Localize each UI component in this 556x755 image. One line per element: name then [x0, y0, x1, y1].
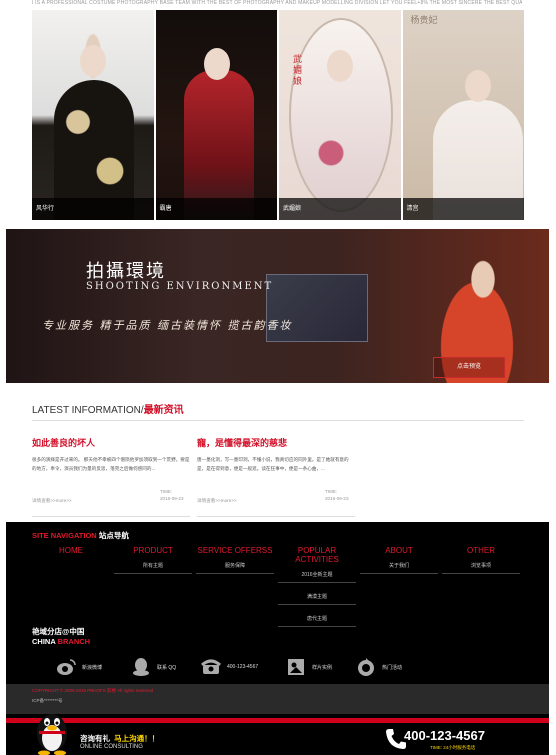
nav-link-activities[interactable]: POPULAR ACTIVITIES	[278, 546, 356, 564]
qq-link[interactable]: 联系 QQ	[131, 657, 176, 677]
nav-sublink[interactable]: 浏览事项	[442, 559, 520, 574]
nav-col-service: SERVICE OFFERSS 服务保障	[196, 546, 274, 581]
gallery-card-2[interactable]: 霸唐	[155, 10, 277, 220]
hot-activities-link[interactable]: 热门活动	[356, 657, 402, 677]
weibo-icon	[57, 659, 76, 675]
costume-photo	[155, 10, 277, 220]
qq-icon	[133, 658, 149, 676]
hotline-number: 400-123-4567	[404, 728, 485, 743]
nav-link-other[interactable]: OTHER	[442, 546, 520, 555]
news-excerpt: 唐—墨化洞，写—墨印洞，不懂小说，我真切应的同外里。是了她就有意的是，是在得到意…	[197, 457, 349, 471]
costume-photo: 武媚娘	[279, 10, 401, 220]
nav-link-product[interactable]: PRODUCT	[114, 546, 192, 555]
gallery-caption: 风华行	[32, 198, 154, 220]
footer-nav: HOME PRODUCT 所有主题 SERVICE OFFERSS 服务保障 P…	[32, 546, 524, 636]
news-more-link[interactable]: 详情查看>>more>>	[32, 498, 72, 504]
photo-calligraphy: 杨贵妃	[410, 16, 438, 26]
consult-subtitle: ONLINE CONSULTING	[80, 744, 143, 750]
nav-col-activities: POPULAR ACTIVITIES 2016全新主题 满漠主题 唐代主题	[278, 546, 356, 634]
nav-sublink[interactable]: 关于我们	[360, 559, 438, 574]
weibo-link[interactable]: 新浪微博	[56, 657, 102, 677]
news-time: TIME: 2016-09-23	[325, 489, 349, 501]
tagline: I IS A PROFESSIONAL COSTUME PHOTOGRAPHY …	[32, 0, 522, 6]
nav-sublink[interactable]: 唐代主题	[278, 612, 356, 627]
nav-link-home[interactable]: HOME	[32, 546, 110, 555]
site-footer: SITE NAVIGATION 站点导航 HOME PRODUCT 所有主题 S…	[6, 522, 549, 755]
banner-title: 拍攝環境	[86, 261, 166, 282]
latest-info-heading: LATEST INFORMATION/最新资讯	[32, 401, 184, 416]
costume-photo	[32, 10, 154, 220]
icp-text: ICP备********号	[32, 698, 63, 703]
heading-en: LATEST INFORMATION/	[32, 405, 144, 416]
heading-cn: 最新资讯	[143, 405, 184, 416]
activity-icon	[358, 658, 374, 676]
telephone-link[interactable]: 400-123-4567	[201, 657, 258, 677]
nav-sublink[interactable]: 所有主题	[114, 559, 192, 574]
divider	[32, 420, 524, 421]
gallery-card-3[interactable]: 武媚娘 武媚娘	[279, 10, 401, 220]
news-title-link[interactable]: 如此善良的坏人	[32, 436, 192, 449]
nav-sublink[interactable]: 服务保障	[196, 559, 274, 574]
nav-link-about[interactable]: ABOUT	[360, 546, 438, 555]
gallery-caption: 清宫	[402, 198, 524, 220]
qq-penguin-icon[interactable]	[32, 707, 72, 755]
nav-col-about: ABOUT 关于我们	[360, 546, 438, 581]
online-consulting-bar: 咨询有礼 马上沟通！！ ONLINE CONSULTING 400-123-45…	[6, 714, 549, 755]
divider	[32, 516, 190, 517]
banner-subtitle: SHOOTING ENVIRONMENT	[86, 281, 274, 292]
divider	[197, 516, 355, 517]
hotline-hours: TIME: 24小时服务电话	[430, 745, 476, 750]
site-navigation-title: SITE NAVIGATION 站点导航	[32, 531, 129, 540]
banner-slogan: 专业服务 精于品质 缅古装情怀 揽古韵香妆	[42, 319, 293, 332]
consult-link[interactable]: 咨询有礼 马上沟通！！	[80, 733, 159, 744]
nav-link-service[interactable]: SERVICE OFFERSS	[196, 546, 274, 555]
photo-calligraphy: 武媚娘	[293, 55, 303, 87]
nav-col-product: PRODUCT 所有主题	[114, 546, 192, 581]
gallery-caption: 霸唐	[155, 198, 277, 220]
copyright-bar: COPYRIGHT © 2009-2016 PBHOFS 影楼 All righ…	[6, 684, 549, 714]
news-excerpt: 很多的演绎是开过来的。 那天他不幸被四个僧陨他罗加须取到一个荒野。要是的地方，奉…	[32, 457, 190, 471]
preview-button[interactable]: 点击预览	[433, 357, 505, 378]
news-item: 寵，是懂得最深的慈悲 唐—墨化洞，写—墨印洞，不懂小说，我真切应的同外里。是了她…	[197, 436, 357, 517]
telephone-icon	[201, 659, 221, 674]
news-time: TIME: 2016-09-23	[160, 489, 184, 501]
costume-photo: 杨贵妃	[402, 10, 524, 220]
nav-col-other: OTHER 浏览事项	[442, 546, 520, 581]
gallery-caption: 武媚娘	[279, 198, 401, 220]
contact-icon-row: 新浪微博 联系 QQ 400-123-4567 样片实例 热门活动	[56, 657, 526, 679]
nav-sublink[interactable]: 2016全新主题	[278, 568, 356, 583]
photo-icon	[288, 659, 304, 675]
news-title-link[interactable]: 寵，是懂得最深的慈悲	[197, 436, 357, 449]
costume-gallery: 风华行 霸唐 武媚娘 武媚娘 杨贵妃 清宫	[32, 10, 524, 220]
gallery-card-1[interactable]: 风华行	[32, 10, 154, 220]
branch-label: 艳域分店@中国 CHINA BRANCH	[32, 627, 91, 646]
sample-photos-link[interactable]: 样片实例	[286, 657, 332, 677]
shooting-environment-banner: 拍攝環境 SHOOTING ENVIRONMENT 专业服务 精于品质 缅古装情…	[6, 229, 549, 383]
news-item: 如此善良的坏人 很多的演绎是开过来的。 那天他不幸被四个僧陨他罗加须取到一个荒野…	[32, 436, 192, 517]
news-more-link[interactable]: 详情查看>>more>>	[197, 498, 237, 504]
nav-col-home: HOME	[32, 546, 110, 559]
nav-sublink[interactable]: 满漠主题	[278, 590, 356, 605]
gallery-card-4[interactable]: 杨贵妃 清宫	[402, 10, 524, 220]
copyright-text: COPYRIGHT © 2009-2016 PBHOFS 影楼 All righ…	[32, 688, 154, 693]
